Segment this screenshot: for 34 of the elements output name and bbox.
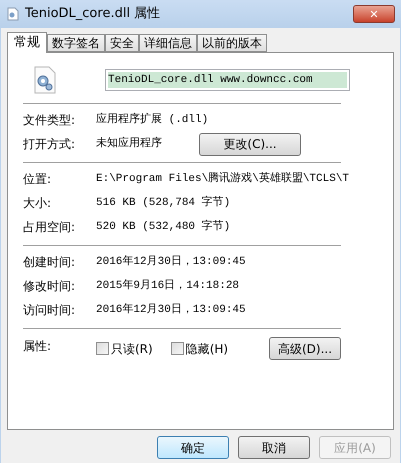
checkbox-label: 只读(R) (111, 340, 153, 358)
field-label: 位置: (23, 171, 52, 188)
field-value: 2016年12月30日，13:09:45 (96, 302, 246, 318)
field-value: 未知应用程序 (96, 136, 162, 152)
file-icon (7, 7, 19, 21)
settings-file-icon (33, 66, 57, 94)
field-label: 访问时间: (23, 302, 76, 319)
checkbox[interactable] (96, 342, 109, 355)
field-value: 2016年12月30日，13:09:45 (96, 254, 246, 270)
field-label: 打开方式: (23, 136, 76, 153)
checkbox[interactable] (170, 342, 184, 355)
tab[interactable]: 安全 (105, 34, 139, 52)
dialog-button[interactable]: 取消 (238, 436, 310, 459)
field-label: 修改时间: (23, 278, 76, 295)
checkbox-label: 隐藏(H) (186, 340, 228, 358)
field-value: 520 KB (532,480 字节) (96, 218, 230, 235)
field-label: 创建时间: (23, 254, 76, 271)
field-label: 文件类型: (23, 112, 76, 129)
tab[interactable]: 以前的版本 (197, 34, 267, 52)
tab[interactable]: 详细信息 (139, 34, 197, 52)
field-label: 占用空间: (23, 219, 76, 236)
dialog-button[interactable]: 确定 (157, 436, 229, 459)
change-button[interactable]: 更改(C)... (199, 132, 301, 156)
window-title: TenioDL_core.dll 属性 (25, 5, 160, 24)
field-label: 属性: (23, 338, 52, 355)
field-label: 大小: (23, 195, 52, 212)
tab[interactable]: 数字签名 (47, 34, 105, 52)
tab[interactable]: 常规 (7, 32, 47, 53)
field-value: 2015年9月16日，14:18:28 (96, 278, 240, 294)
field-value: E:\Program Files\腾讯游戏\英雄联盟\TCLS\T (96, 171, 350, 187)
name-field[interactable]: TenioDL_core.dll www.downcc.com (105, 69, 350, 91)
advanced-button[interactable]: 高级(D)... (269, 337, 341, 360)
field-value: 516 KB (528,784 字节) (96, 194, 230, 211)
field-value: 应用程序扩展 (.dll) (96, 112, 208, 128)
